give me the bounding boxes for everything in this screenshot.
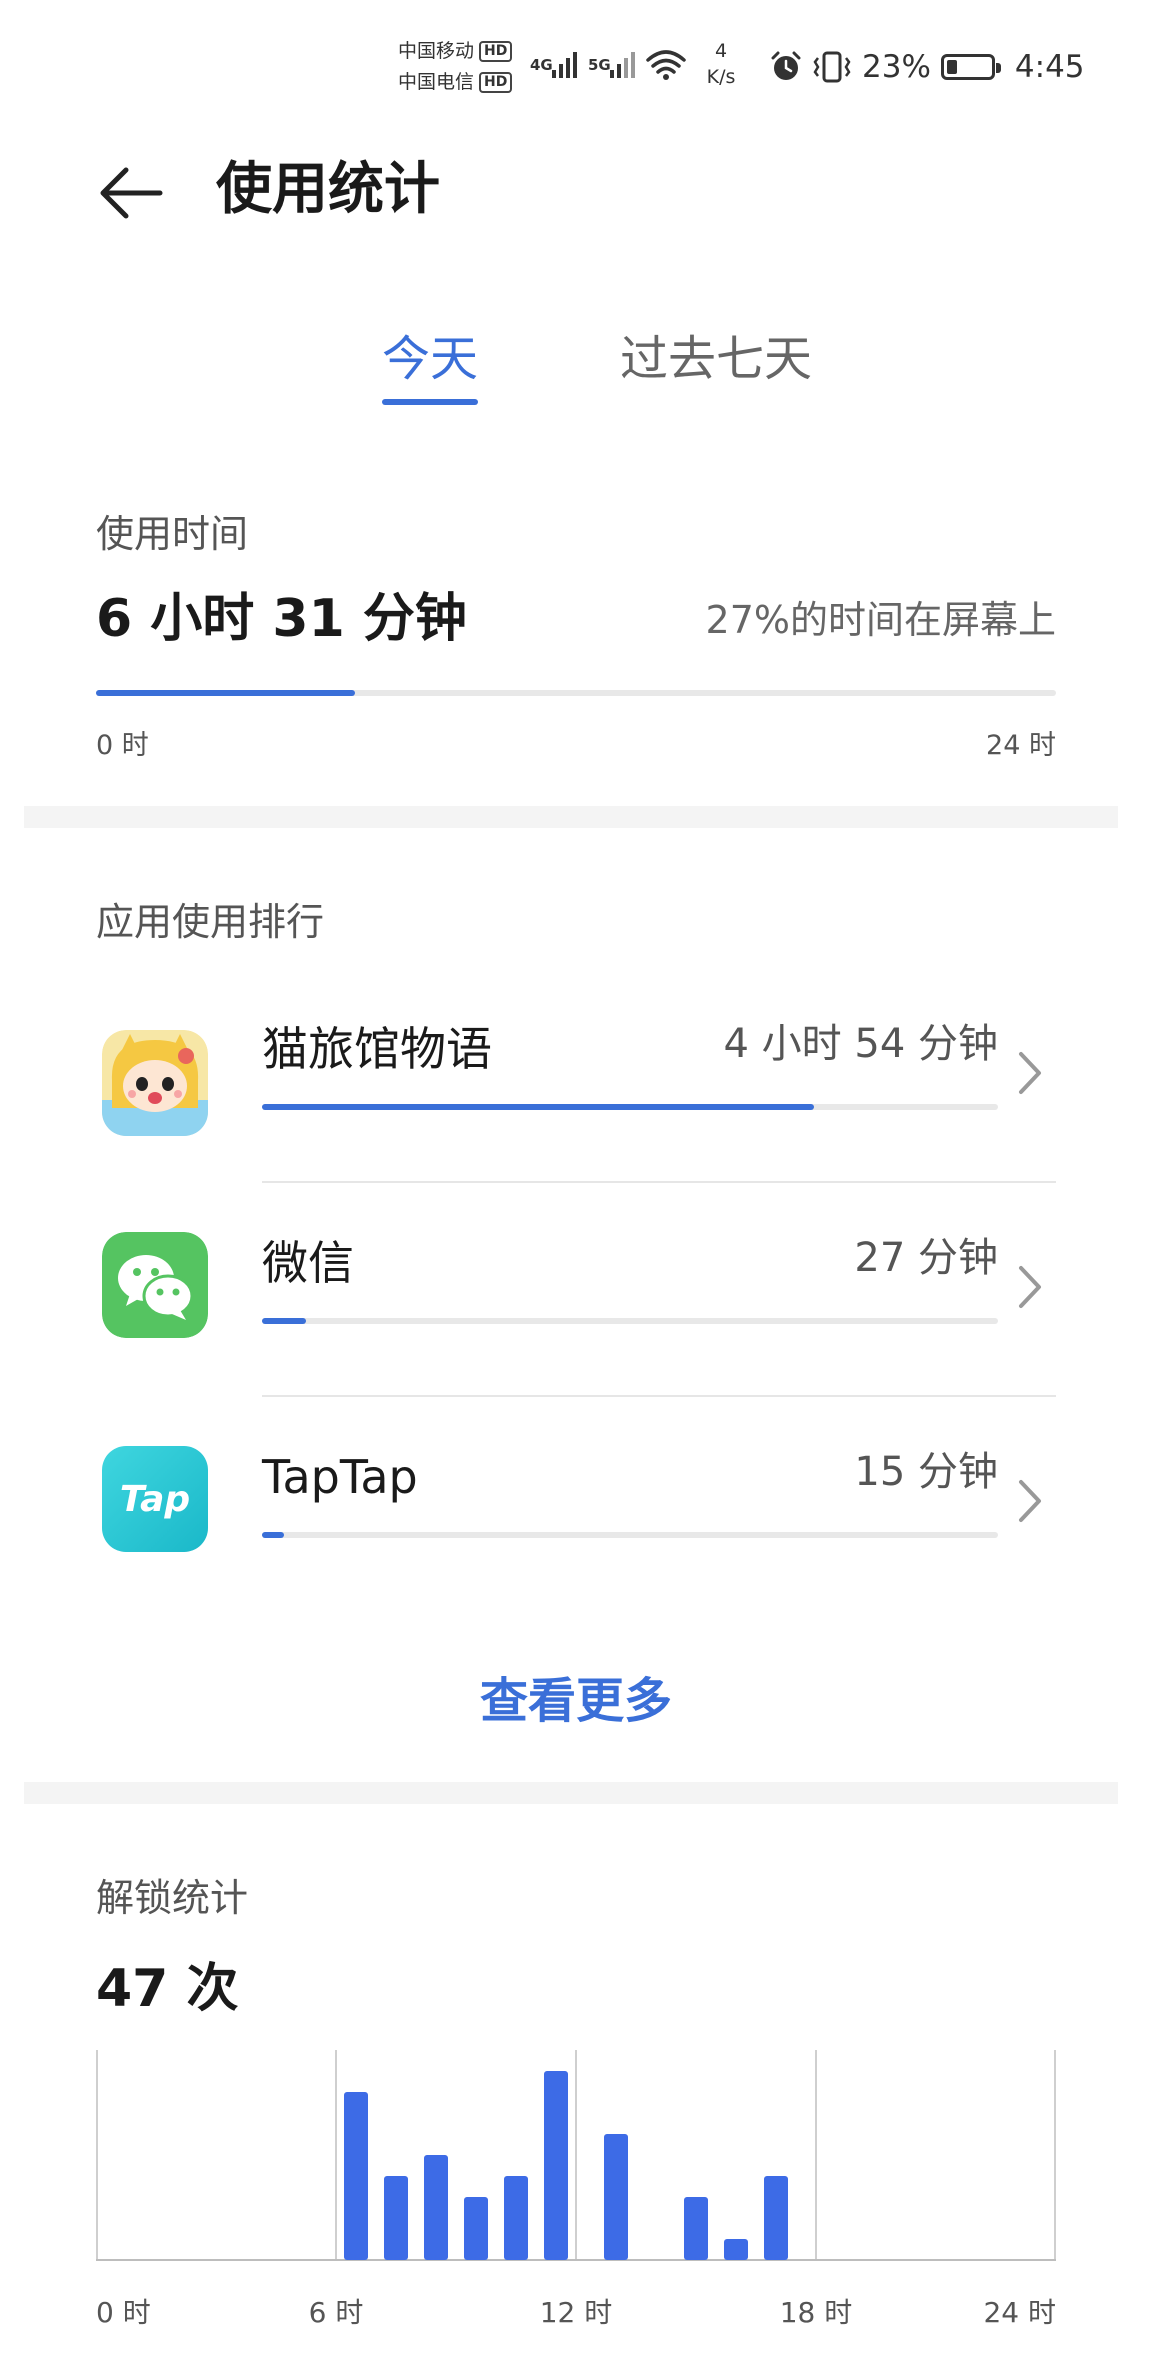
app-name: 猫旅馆物语 — [262, 1022, 492, 1076]
unlock-bar — [424, 2155, 448, 2260]
app-time: 15 分钟 — [854, 1449, 998, 1495]
unlock-bar — [724, 2239, 748, 2260]
taptap-icon: Tap — [102, 1446, 208, 1552]
unlock-chart-x-axis: 0 时 6 时 12 时 18 时 24 时 — [96, 2294, 1056, 2334]
carrier-info: 中国移动 HD 中国电信 HD — [398, 36, 513, 98]
chevron-right-icon — [1019, 1266, 1041, 1308]
unlock-bar — [684, 2197, 708, 2260]
app-name: 微信 — [262, 1236, 354, 1290]
tab-today[interactable]: 今天 — [382, 326, 478, 392]
unlock-bar — [764, 2176, 788, 2260]
chart-tick-label: 12 时 — [539, 2296, 613, 2329]
tab-past-seven-days[interactable]: 过去七天 — [620, 326, 812, 392]
app-time: 27 分钟 — [854, 1235, 998, 1281]
battery-icon — [940, 54, 1001, 80]
unlock-chart — [96, 2050, 1056, 2261]
app-progress-track — [262, 1104, 998, 1110]
speed-value: 4 — [714, 40, 728, 62]
unlock-bar — [344, 2092, 368, 2260]
app-progress-track — [262, 1532, 998, 1538]
battery-percent: 23% — [862, 49, 931, 85]
unlock-bar — [544, 2071, 568, 2260]
section-divider — [24, 1782, 1118, 1804]
carrier-1: 中国移动 — [398, 40, 475, 62]
unlock-bar — [504, 2176, 528, 2260]
speed-unit: K/s — [706, 66, 736, 88]
net2-label: 5G — [588, 56, 611, 74]
app-progress-fill — [262, 1532, 285, 1538]
clock: 4:45 — [1014, 49, 1085, 85]
chart-tick-label: 0 时 — [96, 2296, 151, 2329]
carrier-2: 中国电信 — [398, 71, 475, 93]
app-progress-fill — [262, 1318, 307, 1324]
chevron-right-icon — [1019, 1480, 1041, 1522]
signal-2-icon — [610, 52, 635, 78]
unlock-stats-label: 解锁统计 — [96, 1876, 249, 1920]
usage-axis-start: 0 时 — [96, 730, 149, 761]
app-ranking-label: 应用使用排行 — [96, 900, 325, 944]
status-right: 23% 4:45 — [770, 44, 1085, 90]
network-speed: 4 K/s — [696, 38, 746, 90]
hd-badge: HD — [479, 72, 513, 93]
row-separator — [262, 1395, 1056, 1397]
taptap-icon-text: Tap — [119, 1478, 191, 1520]
screen-share-text: 27%的时间在屏幕上 — [705, 598, 1056, 642]
unlock-bar — [604, 2134, 628, 2260]
usage-total: 6 小时 31 分钟 — [96, 589, 467, 649]
signal-1-icon — [552, 52, 577, 78]
app-row-wechat[interactable]: 微信 27 分钟 — [0, 1214, 1152, 1404]
cat-hotel-game-icon — [102, 1030, 208, 1136]
app-time: 4 小时 54 分钟 — [723, 1021, 999, 1067]
app-progress-fill — [262, 1104, 814, 1110]
chart-tick-label: 24 时 — [983, 2296, 1056, 2329]
app-progress-track — [262, 1318, 998, 1324]
active-tab-indicator — [382, 399, 478, 405]
chart-tick-label: 6 时 — [308, 2296, 364, 2329]
section-divider — [24, 806, 1118, 828]
battery-fill — [946, 60, 957, 74]
unlock-bar — [384, 2176, 408, 2260]
hd-badge: HD — [479, 41, 513, 62]
unlock-bar — [464, 2197, 488, 2260]
alarm-icon — [771, 51, 801, 80]
usage-progress-fill — [96, 690, 356, 696]
wifi-icon — [646, 50, 686, 74]
back-arrow-icon[interactable] — [96, 158, 166, 228]
row-separator — [262, 1181, 1056, 1183]
app-row-cat-hotel[interactable]: 猫旅馆物语 4 小时 54 分钟 — [0, 1000, 1152, 1190]
wechat-icon — [102, 1232, 208, 1338]
app-row-taptap[interactable]: Tap TapTap 15 分钟 — [0, 1428, 1152, 1618]
app-name: TapTap — [262, 1450, 418, 1504]
vibrate-icon — [813, 51, 851, 83]
usage-axis-end: 24 时 — [986, 730, 1056, 761]
chevron-right-icon — [1019, 1052, 1041, 1094]
view-more-button[interactable]: 查看更多 — [0, 1668, 1152, 1734]
usage-time-label: 使用时间 — [96, 512, 249, 556]
page-title: 使用统计 — [216, 157, 440, 222]
chart-tick-label: 18 时 — [779, 2296, 853, 2329]
usage-progress-track — [96, 690, 1056, 696]
unlock-total: 47 次 — [96, 1959, 239, 2019]
net1-label: 4G — [530, 56, 553, 74]
